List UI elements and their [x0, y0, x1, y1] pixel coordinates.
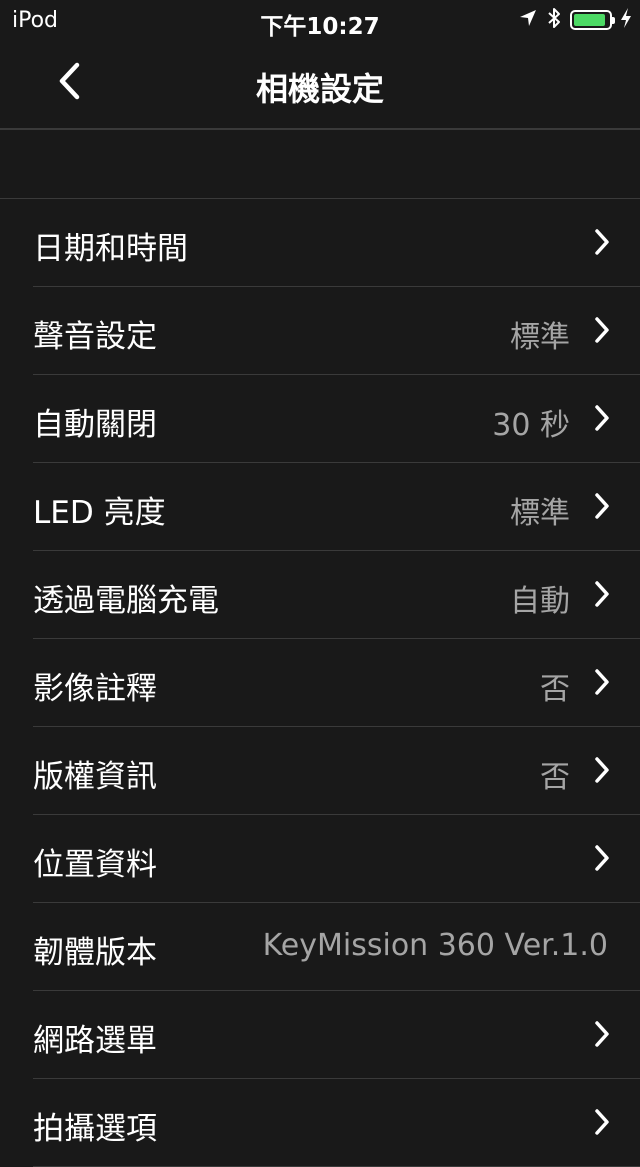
settings-row-label: 版權資訊	[33, 759, 157, 795]
settings-row[interactable]: 網路選單	[33, 991, 640, 1079]
settings-row-label: 網路選單	[33, 1023, 157, 1059]
settings-row-label: 韌體版本	[33, 935, 157, 971]
location-arrow-icon	[518, 8, 538, 32]
settings-row-value: 標準	[510, 496, 570, 531]
chevron-right-icon	[594, 492, 610, 520]
settings-row-value: 30 秒	[492, 408, 570, 443]
settings-row-value: 否	[540, 672, 570, 707]
settings-row-value: 標準	[510, 320, 570, 355]
section-spacer	[0, 130, 640, 199]
chevron-right-icon	[594, 1020, 610, 1048]
settings-row[interactable]: LED 亮度 標準	[33, 463, 640, 551]
settings-row-value: 否	[540, 760, 570, 795]
settings-row-label: 影像註釋	[33, 671, 157, 707]
charging-bolt-icon	[620, 7, 632, 33]
settings-row-label: 拍攝選項	[33, 1111, 157, 1147]
settings-row[interactable]: 韌體版本 KeyMission 360 Ver.1.0	[33, 903, 640, 991]
chevron-right-icon	[594, 668, 610, 696]
settings-row[interactable]: 自動關閉 30 秒	[33, 375, 640, 463]
settings-row-label: 位置資料	[33, 847, 157, 883]
chevron-right-icon	[594, 844, 610, 872]
settings-row[interactable]: 聲音設定 標準	[33, 287, 640, 375]
settings-row-value: KeyMission 360 Ver.1.0	[262, 928, 608, 963]
settings-row-label: 聲音設定	[33, 319, 157, 355]
chevron-right-icon	[594, 756, 610, 784]
chevron-right-icon	[594, 228, 610, 256]
battery-fill	[574, 14, 605, 26]
settings-list: 日期和時間 聲音設定 標準 自動關閉 30 秒 LED 亮度 標準 透過電腦充電 自動 影像註釋否…	[0, 199, 640, 1167]
settings-row-label: 透過電腦充電	[33, 583, 219, 619]
chevron-right-icon	[594, 1108, 610, 1136]
settings-row[interactable]: 版權資訊 否	[33, 727, 640, 815]
chevron-right-icon	[594, 404, 610, 432]
page-title: 相機設定	[255, 70, 384, 108]
settings-row-label: 日期和時間	[33, 231, 188, 267]
chevron-right-icon	[594, 316, 610, 344]
settings-row-value: 自動	[510, 584, 570, 619]
settings-row[interactable]: 位置資料	[33, 815, 640, 903]
battery-icon	[570, 10, 615, 30]
settings-row[interactable]: 透過電腦充電 自動	[33, 551, 640, 639]
settings-row[interactable]: 拍攝選項	[33, 1079, 640, 1167]
chevron-right-icon	[594, 580, 610, 608]
status-icons	[518, 6, 632, 34]
settings-row[interactable]: 影像註釋 否	[33, 639, 640, 727]
settings-row[interactable]: 日期和時間	[33, 199, 640, 287]
settings-row-label: 自動關閉	[33, 407, 157, 443]
bluetooth-icon	[546, 6, 562, 34]
settings-row-label: LED 亮度	[33, 495, 166, 531]
status-bar: iPod 下午10:27	[0, 0, 640, 40]
navigation-bar: 相機設定	[0, 40, 640, 130]
